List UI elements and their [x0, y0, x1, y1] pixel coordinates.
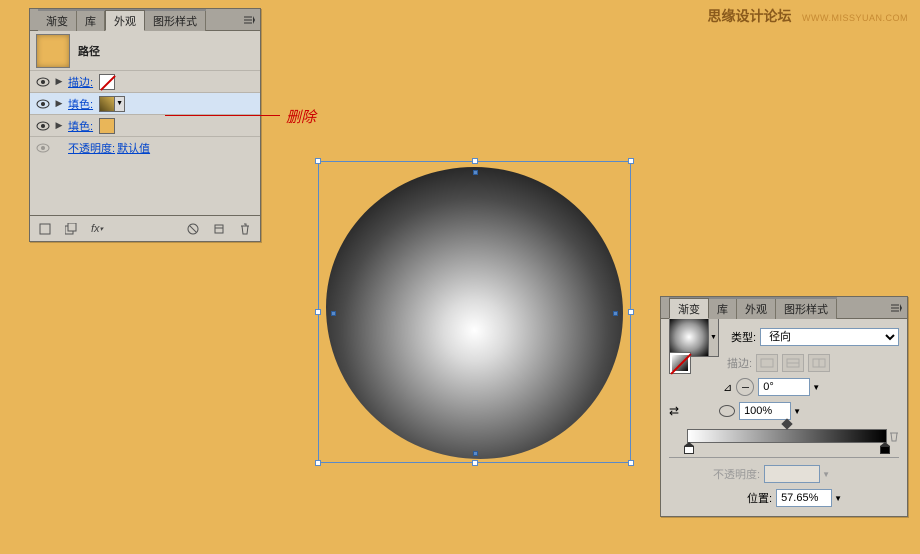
aspect-icon — [719, 405, 735, 417]
gradient-stop-right[interactable] — [880, 442, 890, 454]
resize-handle[interactable] — [472, 158, 478, 164]
dropdown-icon: ▼ — [822, 470, 830, 479]
gradient-ramp[interactable] — [687, 429, 887, 443]
dropdown-icon[interactable]: ▼ — [812, 383, 820, 392]
panel-menu-icon[interactable] — [238, 9, 260, 30]
tab-appearance[interactable]: 外观 — [105, 10, 145, 31]
path-label: 路径 — [78, 43, 100, 59]
trash-icon[interactable] — [236, 220, 254, 238]
position-label: 位置: — [747, 490, 772, 506]
stop-position-input[interactable] — [776, 489, 832, 507]
reverse-icon[interactable]: ⇄ — [669, 404, 679, 418]
resize-handle[interactable] — [628, 309, 634, 315]
fill-row[interactable]: ▶ 填色: — [30, 115, 260, 137]
fill-swatch[interactable] — [99, 118, 115, 134]
resize-handle[interactable] — [628, 460, 634, 466]
stroke-row[interactable]: ▶ 描边: — [30, 71, 260, 93]
tab-library[interactable]: 库 — [709, 299, 737, 319]
gradient-thumbnail[interactable] — [669, 317, 709, 357]
stroke-mode-3-icon — [808, 354, 830, 372]
stroke-label: 描边: — [727, 355, 752, 371]
aspect-input[interactable] — [739, 402, 791, 420]
anchor-point[interactable] — [331, 311, 336, 316]
clear-icon[interactable] — [184, 220, 202, 238]
layers-icon[interactable] — [62, 220, 80, 238]
stop-position-row: 位置: ▼ — [669, 486, 899, 510]
panel-menu-icon[interactable] — [885, 297, 907, 318]
type-label: 类型: — [731, 329, 756, 345]
annotation-delete: 删除 — [286, 106, 316, 127]
resize-handle[interactable] — [472, 460, 478, 466]
anchor-point[interactable] — [473, 451, 478, 456]
tab-appearance[interactable]: 外观 — [737, 299, 776, 319]
expand-icon[interactable]: ▶ — [52, 76, 66, 87]
visibility-icon[interactable] — [34, 99, 52, 109]
stop-opacity-row: 不透明度: ▼ — [669, 462, 899, 486]
new-art-icon[interactable] — [36, 220, 54, 238]
gradient-type-row: ▼ 类型: 径向 — [669, 325, 899, 349]
duplicate-icon[interactable] — [210, 220, 228, 238]
gradient-panel: 渐变 库 外观 图形样式 ▼ 类型: 径向 描边: — [660, 296, 908, 517]
anchor-point[interactable] — [473, 170, 478, 175]
visibility-icon[interactable] — [34, 121, 52, 131]
watermark-text: 思缘设计论坛 — [708, 8, 792, 24]
stop-opacity-input — [764, 465, 820, 483]
stroke-label[interactable]: 描边: — [68, 74, 93, 90]
fill-row-selected[interactable]: ▶ 填色: ▼ — [30, 93, 260, 115]
gradient-dropdown-icon[interactable]: ▼ — [709, 317, 719, 357]
opacity-label: 不透明度: — [713, 466, 760, 482]
appearance-header-row: 路径 — [30, 31, 260, 71]
opacity-label[interactable]: 不透明度: — [68, 140, 115, 156]
resize-handle[interactable] — [628, 158, 634, 164]
stroke-mode-1-icon — [756, 354, 778, 372]
delete-stop-icon[interactable] — [888, 430, 900, 442]
tab-graphic-styles[interactable]: 图形样式 — [145, 11, 206, 31]
angle-icon: ⊿ — [723, 381, 732, 394]
watermark: 思缘设计论坛 WWW.MISSYUAN.COM — [708, 6, 908, 26]
tab-gradient[interactable]: 渐变 — [669, 298, 709, 319]
dropdown-icon[interactable]: ▼ — [834, 494, 842, 503]
angle-dial[interactable] — [736, 378, 754, 396]
stroke-swatch[interactable] — [99, 74, 115, 90]
swatch-dropdown-icon[interactable]: ▼ — [115, 96, 125, 112]
resize-handle[interactable] — [315, 309, 321, 315]
sphere-shape[interactable] — [326, 167, 623, 459]
panel-footer: fx▾ — [30, 215, 260, 241]
path-thumbnail — [36, 34, 70, 68]
watermark-url: WWW.MISSYUAN.COM — [802, 13, 908, 23]
tab-library[interactable]: 库 — [77, 11, 105, 31]
resize-handle[interactable] — [315, 158, 321, 164]
expand-icon[interactable]: ▶ — [52, 120, 66, 131]
visibility-icon[interactable] — [34, 143, 52, 153]
fill-label[interactable]: 填色: — [68, 118, 93, 134]
resize-handle[interactable] — [315, 460, 321, 466]
selection-bounding-box[interactable] — [318, 161, 631, 463]
panel-tabs: 渐变 库 外观 图形样式 — [30, 9, 260, 31]
angle-row: ⊿ ▼ — [669, 375, 899, 399]
gradient-stop-left[interactable] — [684, 442, 694, 454]
annotation-line — [165, 115, 280, 116]
opacity-row[interactable]: 不透明度: 默认值 — [30, 137, 260, 159]
panel-tabs: 渐变 库 外观 图形样式 — [661, 297, 907, 319]
fill-label[interactable]: 填色: — [68, 96, 93, 112]
visibility-icon[interactable] — [34, 77, 52, 87]
stroke-mode-2-icon — [782, 354, 804, 372]
anchor-point[interactable] — [613, 311, 618, 316]
stroke-swatch[interactable] — [669, 352, 691, 374]
tab-gradient[interactable]: 渐变 — [38, 11, 77, 31]
fx-icon[interactable]: fx▾ — [88, 220, 106, 238]
expand-icon[interactable]: ▶ — [52, 98, 66, 109]
dropdown-icon[interactable]: ▼ — [793, 407, 801, 416]
angle-input[interactable] — [758, 378, 810, 396]
fill-swatch[interactable] — [99, 96, 115, 112]
opacity-value[interactable]: 默认值 — [117, 140, 150, 156]
tab-graphic-styles[interactable]: 图形样式 — [776, 299, 837, 319]
gradient-type-select[interactable]: 径向 — [760, 328, 899, 346]
appearance-panel: 渐变 库 外观 图形样式 路径 ▶ 描边: ▶ 填色: ▼ ▶ 填色: — [29, 8, 261, 242]
